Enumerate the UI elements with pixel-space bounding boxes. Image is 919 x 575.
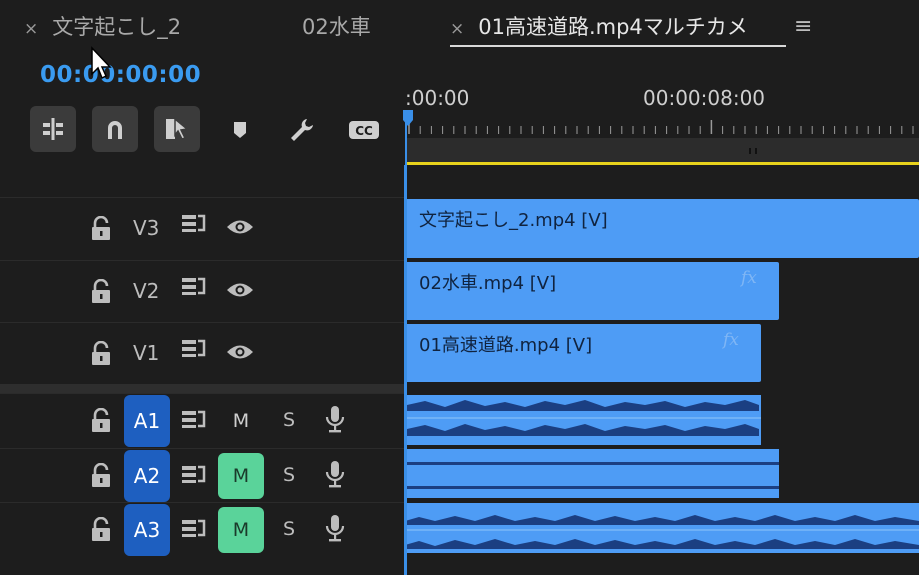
captions-icon[interactable]: CC	[346, 112, 382, 148]
track-header-a2[interactable]: A2 M S	[0, 448, 405, 502]
wrench-icon[interactable]	[284, 112, 320, 148]
clip-label: 02水車.mp4 [V]	[419, 273, 557, 294]
clip-label: 01高速道路.mp4 [V]	[419, 335, 593, 356]
clip-v3[interactable]: 文字起こし_2.mp4 [V]	[405, 199, 919, 258]
solo-button[interactable]: S	[278, 518, 300, 540]
mute-button[interactable]: M	[218, 398, 264, 444]
fx-badge[interactable]: fx	[741, 268, 757, 288]
sync-lock-icon[interactable]	[180, 408, 206, 430]
track-header-a3[interactable]: A3 M S	[0, 502, 405, 557]
active-tab-underline	[450, 45, 786, 47]
track-target-a3[interactable]: A3	[124, 504, 170, 556]
track-header-v2[interactable]: V2	[0, 260, 405, 322]
waveform	[405, 400, 761, 436]
solo-button[interactable]: S	[278, 464, 300, 486]
eye-icon[interactable]	[226, 343, 254, 361]
audio-clip-a2[interactable]	[405, 449, 779, 498]
ruler-label-start: :00:00	[405, 86, 470, 110]
ruler-ticks	[408, 120, 914, 134]
track-name: V2	[133, 279, 160, 303]
track-header-a1[interactable]: A1 M S	[0, 393, 405, 448]
close-icon[interactable]: ×	[450, 12, 464, 46]
waveform	[405, 515, 919, 549]
microphone-icon[interactable]	[324, 404, 346, 434]
playhead-line[interactable]	[405, 112, 407, 575]
tab-bar: × 文字起こし_2 02水車 × 01高速道路.mp4マルチカメ ≡	[0, 0, 919, 52]
mouse-cursor	[91, 46, 112, 80]
mute-button[interactable]: M	[218, 507, 264, 553]
track-target-a1[interactable]: A1	[124, 395, 170, 447]
insert-sequence-icon[interactable]	[30, 106, 76, 152]
track-headers: V3 V2 V1 A1 M S A2 M S A3 M S	[0, 165, 405, 575]
timeline-tracks[interactable]: 文字起こし_2.mp4 [V] 02水車.mp4 [V] fx 01高速道路.m…	[405, 165, 919, 575]
mute-button[interactable]: M	[218, 453, 264, 499]
track-name: V1	[133, 341, 160, 365]
track-header-v3[interactable]: V3	[0, 197, 405, 260]
sync-lock-icon[interactable]	[180, 517, 206, 539]
lock-icon[interactable]	[90, 463, 112, 489]
lock-icon[interactable]	[90, 341, 112, 367]
track-target-a2[interactable]: A2	[124, 450, 170, 502]
tab-transcript[interactable]: × 文字起こし_2	[24, 10, 181, 44]
audio-clip-a1[interactable]	[405, 395, 761, 445]
playhead-timecode[interactable]: 00:00:00:00	[40, 62, 201, 88]
ruler-label-8s: 00:00:08:00	[643, 86, 766, 110]
time-ruler[interactable]: :00:00 00:00:08:00	[405, 70, 919, 165]
playhead-handle[interactable]	[403, 110, 413, 126]
track-header-v1[interactable]: V1	[0, 322, 405, 384]
fx-badge[interactable]: fx	[723, 330, 739, 350]
close-icon[interactable]: ×	[24, 12, 38, 46]
timeline-panel: × 文字起こし_2 02水車 × 01高速道路.mp4マルチカメ ≡ 00:00:0…	[0, 0, 919, 575]
lock-icon[interactable]	[90, 216, 112, 242]
panel-menu-icon[interactable]: ≡	[794, 12, 812, 42]
tab-waterwheel[interactable]: 02水車	[302, 10, 371, 44]
eye-icon[interactable]	[226, 281, 254, 299]
sync-lock-icon[interactable]	[180, 212, 206, 234]
waveform	[405, 462, 779, 489]
eye-icon[interactable]	[226, 218, 254, 236]
tab-label: 文字起こし_2	[52, 15, 182, 39]
clip-label: 文字起こし_2.mp4 [V]	[419, 210, 608, 231]
work-area-bar[interactable]	[405, 138, 919, 164]
lock-icon[interactable]	[90, 279, 112, 305]
tab-label: 02水車	[302, 15, 371, 39]
svg-text:CC: CC	[355, 124, 373, 138]
solo-button[interactable]: S	[278, 409, 300, 431]
sync-lock-icon[interactable]	[180, 337, 206, 359]
microphone-icon[interactable]	[324, 513, 346, 543]
track-name: V3	[133, 216, 160, 240]
lock-icon[interactable]	[90, 517, 112, 543]
add-marker-icon[interactable]	[222, 112, 258, 148]
clip-v1[interactable]: 01高速道路.mp4 [V] fx	[405, 324, 761, 382]
tab-label: 01高速道路.mp4マルチカメ	[478, 15, 748, 39]
sync-lock-icon[interactable]	[180, 275, 206, 297]
audio-clip-a3[interactable]	[405, 503, 919, 553]
tab-highway-multicam[interactable]: × 01高速道路.mp4マルチカメ	[450, 10, 748, 44]
lock-icon[interactable]	[90, 408, 112, 434]
snap-icon[interactable]	[92, 106, 138, 152]
clip-v2[interactable]: 02水車.mp4 [V] fx	[405, 262, 779, 320]
sync-lock-icon[interactable]	[180, 463, 206, 485]
microphone-icon[interactable]	[324, 459, 346, 489]
linked-selection-icon[interactable]	[154, 106, 200, 152]
